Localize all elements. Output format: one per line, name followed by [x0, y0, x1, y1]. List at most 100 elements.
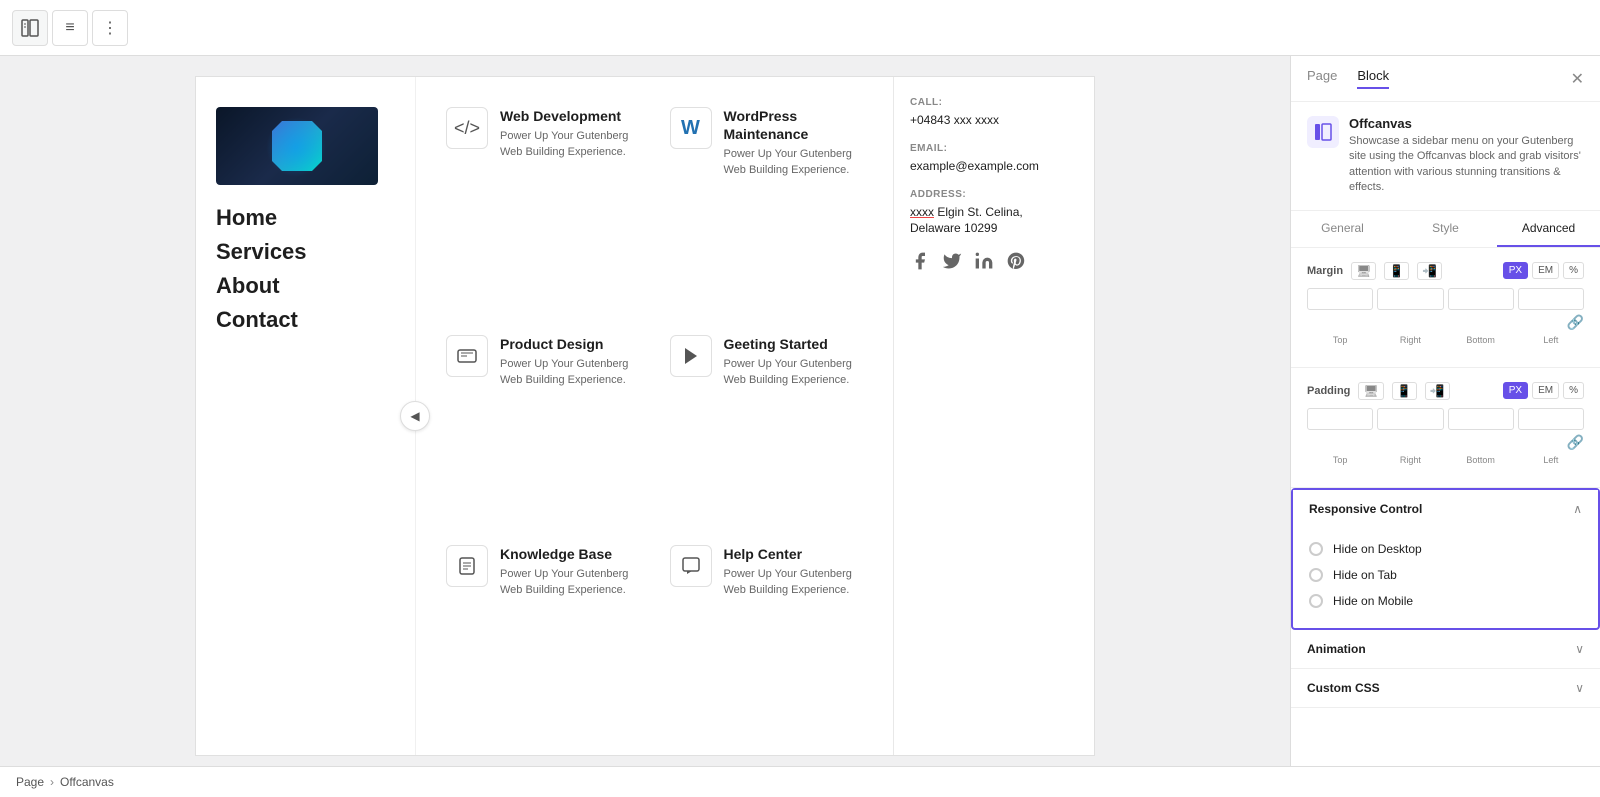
- hide-desktop-radio[interactable]: [1309, 542, 1323, 556]
- service-info-help: Help Center Power Up Your Gutenberg Web …: [724, 545, 864, 598]
- more-options-button[interactable]: ⋮: [92, 10, 128, 46]
- block-name: Offcanvas: [1349, 116, 1584, 131]
- padding-top-input[interactable]: [1307, 408, 1373, 430]
- nav-menu: Home Services About Contact: [216, 205, 395, 333]
- padding-mobile-icon[interactable]: 📲: [1425, 382, 1450, 400]
- service-title-knowledge: Knowledge Base: [500, 545, 640, 563]
- margin-left-input[interactable]: [1518, 288, 1584, 310]
- block-title-area: Offcanvas Showcase a sidebar menu on you…: [1349, 116, 1584, 196]
- padding-link-icon[interactable]: 🔗: [1567, 434, 1584, 451]
- padding-top-label: Top: [1307, 455, 1373, 465]
- padding-unit-px[interactable]: PX: [1503, 382, 1528, 399]
- offcanvas-icon: [1313, 122, 1333, 142]
- custom-css-chevron-icon: ∨: [1575, 681, 1584, 695]
- main-container: Home Services About Contact ◀ </>: [0, 56, 1600, 766]
- nav-item-contact[interactable]: Contact: [216, 307, 395, 333]
- margin-right-input[interactable]: [1377, 288, 1443, 310]
- service-item-web-dev: </> Web Development Power Up Your Gutenb…: [436, 97, 650, 315]
- sub-tab-general[interactable]: General: [1291, 211, 1394, 247]
- hide-tab-item: Hide on Tab: [1309, 562, 1582, 588]
- margin-right-label: Right: [1377, 335, 1443, 345]
- custom-css-title: Custom CSS: [1307, 681, 1380, 695]
- margin-unit-percent[interactable]: %: [1563, 262, 1584, 279]
- margin-top-label: Top: [1307, 335, 1373, 345]
- margin-top-input[interactable]: [1307, 288, 1373, 310]
- canvas: Home Services About Contact ◀ </>: [0, 56, 1290, 766]
- nav-item-home[interactable]: Home: [216, 205, 395, 231]
- facebook-icon[interactable]: [910, 251, 930, 277]
- sub-tab-style[interactable]: Style: [1394, 211, 1497, 247]
- margin-tablet-icon[interactable]: 📱: [1384, 262, 1409, 280]
- margin-link-icon[interactable]: 🔗: [1567, 314, 1584, 331]
- lines-icon: ≡: [65, 19, 74, 37]
- service-item-wp: W WordPress Maintenance Power Up Your Gu…: [660, 97, 874, 315]
- logo-image: [216, 107, 378, 185]
- email-label: EMAIL:: [910, 143, 1078, 154]
- breadcrumb-offcanvas[interactable]: Offcanvas: [60, 775, 114, 789]
- padding-bottom-input[interactable]: [1448, 408, 1514, 430]
- margin-row: Margin 🖥 📱 📲 PX EM %: [1307, 262, 1584, 280]
- tab-block[interactable]: Block: [1357, 68, 1389, 89]
- more-icon: ⋮: [102, 18, 118, 38]
- sub-tab-advanced[interactable]: Advanced: [1497, 211, 1600, 247]
- email-text: example@example.com: [910, 159, 1039, 173]
- padding-tablet-icon[interactable]: 📱: [1392, 382, 1417, 400]
- animation-section[interactable]: Animation ∨: [1291, 630, 1600, 669]
- padding-label: Padding: [1307, 385, 1350, 397]
- padding-desktop-icon[interactable]: 🖥: [1358, 382, 1383, 400]
- address-value: xxxx Elgin St. Celina,Delaware 10299: [910, 204, 1078, 238]
- layout-toggle-button[interactable]: ≡: [52, 10, 88, 46]
- service-item-product: Product Design Power Up Your Gutenberg W…: [436, 325, 650, 525]
- service-item-getting-started: Geeting Started Power Up Your Gutenberg …: [660, 325, 874, 525]
- padding-right-input[interactable]: [1377, 408, 1443, 430]
- service-info-product: Product Design Power Up Your Gutenberg W…: [500, 335, 640, 388]
- animation-chevron-icon: ∨: [1575, 642, 1584, 656]
- contact-column: CALL: +04843 xxx xxxx EMAIL: example@exa…: [894, 77, 1094, 755]
- margin-mobile-icon[interactable]: 📲: [1417, 262, 1442, 280]
- linkedin-icon[interactable]: [974, 251, 994, 277]
- phone-value: +04843 xxx xxxx: [910, 112, 1078, 129]
- help-icon: [670, 545, 712, 587]
- responsive-control-header[interactable]: Responsive Control ∧: [1293, 490, 1598, 528]
- panel-close-button[interactable]: ✕: [1571, 69, 1584, 89]
- custom-css-section[interactable]: Custom CSS ∨: [1291, 669, 1600, 708]
- nav-item-services[interactable]: Services: [216, 239, 395, 265]
- service-info-knowledge: Knowledge Base Power Up Your Gutenberg W…: [500, 545, 640, 598]
- margin-desktop-icon[interactable]: 🖥: [1351, 262, 1376, 280]
- padding-left-input[interactable]: [1518, 408, 1584, 430]
- services-content: </> Web Development Power Up Your Gutenb…: [416, 77, 1094, 755]
- margin-unit-px[interactable]: PX: [1503, 262, 1528, 279]
- margin-position-labels: Top Right Bottom Left: [1307, 335, 1584, 345]
- hide-tab-label: Hide on Tab: [1333, 568, 1397, 582]
- margin-section: Margin 🖥 📱 📲 PX EM % 🔗: [1291, 248, 1600, 368]
- hide-tab-radio[interactable]: [1309, 568, 1323, 582]
- twitter-icon[interactable]: [942, 251, 962, 277]
- margin-bottom-input[interactable]: [1448, 288, 1514, 310]
- web-dev-icon: </>: [446, 107, 488, 149]
- pinterest-icon[interactable]: [1006, 251, 1026, 277]
- hide-mobile-radio[interactable]: [1309, 594, 1323, 608]
- padding-unit-em[interactable]: EM: [1532, 382, 1559, 399]
- padding-left-label: Left: [1518, 455, 1584, 465]
- tab-page[interactable]: Page: [1307, 68, 1337, 89]
- offcanvas-block: Home Services About Contact ◀ </>: [195, 76, 1095, 756]
- margin-unit-em[interactable]: EM: [1532, 262, 1559, 279]
- padding-units: PX EM %: [1503, 382, 1584, 399]
- responsive-control-body: Hide on Desktop Hide on Tab Hide on Mobi…: [1293, 528, 1598, 628]
- service-title-product: Product Design: [500, 335, 640, 353]
- left-arrow-icon: ◀: [410, 409, 419, 423]
- service-info-getting-started: Geeting Started Power Up Your Gutenberg …: [724, 335, 864, 388]
- call-label: CALL:: [910, 97, 1078, 108]
- sidebar-toggle-button[interactable]: [12, 10, 48, 46]
- padding-unit-percent[interactable]: %: [1563, 382, 1584, 399]
- knowledge-icon: [446, 545, 488, 587]
- nav-item-about[interactable]: About: [216, 273, 395, 299]
- nav-arrow-button[interactable]: ◀: [400, 401, 430, 431]
- block-info: Offcanvas Showcase a sidebar menu on you…: [1291, 102, 1600, 211]
- service-info-web-dev: Web Development Power Up Your Gutenberg …: [500, 107, 640, 160]
- service-item-knowledge: Knowledge Base Power Up Your Gutenberg W…: [436, 535, 650, 735]
- padding-section: Padding 🖥 📱 📲 PX EM % 🔗: [1291, 368, 1600, 488]
- breadcrumb-page[interactable]: Page: [16, 775, 44, 789]
- animation-title: Animation: [1307, 642, 1366, 656]
- service-info-wp: WordPress Maintenance Power Up Your Gute…: [724, 107, 864, 178]
